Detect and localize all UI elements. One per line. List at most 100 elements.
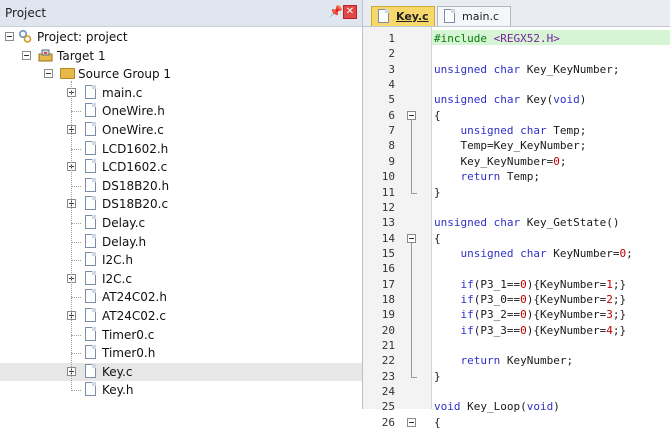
tree-item[interactable]: Timer0.h <box>0 344 362 362</box>
tree-item-label: OneWire.c <box>102 123 164 137</box>
code-line[interactable]: Key_KeyNumber=0; <box>432 153 670 168</box>
code-line[interactable]: { <box>432 414 670 429</box>
code-area[interactable]: #include <REGX52.H> unsigned char Key_Key… <box>432 27 670 429</box>
tree-item-label: AT24C02.h <box>102 290 167 305</box>
code-line[interactable]: unsigned char Key_KeyNumber; <box>432 61 670 76</box>
collapse-icon[interactable] <box>22 50 31 60</box>
fold-line <box>411 119 412 193</box>
tab-label: Key.c <box>396 10 429 23</box>
file-icon <box>85 270 96 285</box>
tree-item-label: Key.c <box>102 364 133 379</box>
tree-item[interactable]: Key.h <box>0 381 362 399</box>
panel-title: Project <box>5 6 47 20</box>
project-tree: Project: project Target 1 Source Group 1 ma… <box>0 26 362 409</box>
tree-item-label: DS18B20.c <box>102 197 169 212</box>
code-text: if(P3_1==0){KeyNumber=1;} <box>460 277 627 291</box>
tree-item[interactable]: OneWire.h <box>0 102 362 120</box>
file-icon <box>85 122 96 136</box>
code-line[interactable]: #include <REGX52.H> <box>432 30 670 46</box>
file-icon <box>85 215 96 229</box>
code-line[interactable]: void Key_Loop(void) <box>432 398 670 413</box>
code-text: return Temp; <box>460 170 541 184</box>
tree-item[interactable]: Timer0.c <box>0 326 362 344</box>
tree-item[interactable]: AT24C02.c <box>0 307 362 325</box>
tree-item[interactable]: Project: project <box>0 28 362 46</box>
code-line[interactable]: if(P3_2==0){KeyNumber=3;} <box>432 306 670 321</box>
tree-item[interactable]: Delay.h <box>0 233 362 251</box>
fold-toggle-icon[interactable] <box>407 417 416 427</box>
code-text: { <box>434 231 441 245</box>
line-number: 5 <box>388 93 395 107</box>
code-line[interactable]: { <box>432 107 670 122</box>
code-line[interactable]: if(P3_0==0){KeyNumber=2;} <box>432 291 670 306</box>
code-text: } <box>434 369 441 383</box>
code-line[interactable] <box>432 337 670 352</box>
tree-item-label: I2C.c <box>102 271 132 286</box>
fold-toggle-icon[interactable] <box>407 110 416 120</box>
tree-item[interactable]: I2C.h <box>0 251 362 269</box>
pin-icon[interactable]: 📌 <box>329 6 343 18</box>
tree-item[interactable]: DS18B20.h <box>0 177 362 195</box>
tree-connector <box>71 353 81 355</box>
tree-item-label: Source Group 1 <box>78 67 172 82</box>
tree-item[interactable]: LCD1602.c <box>0 158 362 176</box>
code-line[interactable] <box>432 260 670 275</box>
collapse-icon[interactable] <box>5 32 14 41</box>
tree-item[interactable]: Target 1 <box>0 47 362 65</box>
line-number: 26 <box>381 415 395 429</box>
code-line[interactable] <box>432 76 670 91</box>
code-line[interactable]: { <box>432 230 670 245</box>
code-text: unsigned char Temp; <box>460 124 587 138</box>
file-icon <box>85 196 96 211</box>
tree-item-label: Delay.c <box>102 216 146 230</box>
tree-item-label: OneWire.h <box>102 104 165 119</box>
line-number: 17 <box>381 277 395 291</box>
code-line[interactable]: } <box>432 184 670 199</box>
code-line[interactable]: unsigned char KeyNumber=0; <box>432 245 670 260</box>
panel-header: Project 📌 ✕ <box>0 0 362 27</box>
line-number: 12 <box>381 200 395 214</box>
code-line[interactable] <box>432 45 670 60</box>
code-text: #include <REGX52.H> <box>434 32 560 45</box>
code-line[interactable]: Temp=Key_KeyNumber; <box>432 137 670 152</box>
tree-item[interactable]: Source Group 1 <box>0 65 362 83</box>
file-icon <box>85 159 96 174</box>
file-icon <box>85 84 96 99</box>
tab-key-c[interactable]: Key.c <box>371 6 435 26</box>
tree-item[interactable]: Delay.c <box>0 214 362 232</box>
code-line[interactable]: if(P3_3==0){KeyNumber=4;} <box>432 322 670 337</box>
line-number: 14 <box>381 231 395 245</box>
code-line[interactable]: unsigned char Key(void) <box>432 91 670 106</box>
code-line[interactable]: unsigned char Key_GetState() <box>432 214 670 229</box>
code-text: } <box>434 185 441 199</box>
code-line[interactable] <box>432 383 670 398</box>
tree-item[interactable]: LCD1602.h <box>0 140 362 158</box>
code-line[interactable]: if(P3_1==0){KeyNumber=1;} <box>432 276 670 291</box>
tree-item[interactable]: DS18B20.c <box>0 195 362 213</box>
code-editor: Key.c main.c 1 2 3 4 5 6 7 8 9 10 11 12 13 14 15 16 17 18 1… <box>363 0 670 429</box>
close-button[interactable]: ✕ <box>343 5 357 19</box>
code-line[interactable]: return Temp; <box>432 168 670 183</box>
tree-item-label: Delay.h <box>102 234 147 249</box>
tree-item[interactable]: Key.c <box>0 362 362 381</box>
collapse-icon[interactable] <box>44 69 53 79</box>
file-icon <box>85 382 96 397</box>
tree-item[interactable]: OneWire.c <box>0 121 362 139</box>
file-icon <box>85 363 96 378</box>
tab-main-c[interactable]: main.c <box>437 6 511 26</box>
file-icon <box>85 308 96 322</box>
line-number: 16 <box>381 262 395 276</box>
tree-connector <box>71 223 81 224</box>
file-icon <box>85 289 96 304</box>
code-line[interactable]: unsigned char Temp; <box>432 122 670 137</box>
tree-item[interactable]: main.c <box>0 84 362 102</box>
code-line[interactable] <box>432 199 670 214</box>
fold-line <box>411 242 412 377</box>
code-line[interactable]: return KeyNumber; <box>432 352 670 367</box>
project-panel: Project 📌 ✕ Project: project Target 1 Sour… <box>0 0 363 409</box>
tree-item[interactable]: I2C.c <box>0 270 362 288</box>
fold-toggle-icon[interactable] <box>407 233 416 243</box>
code-line[interactable]: } <box>432 368 670 383</box>
line-number: 23 <box>381 369 395 383</box>
tree-item[interactable]: AT24C02.h <box>0 288 362 306</box>
